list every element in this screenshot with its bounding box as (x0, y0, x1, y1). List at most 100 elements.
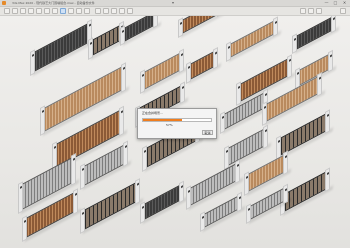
pillar-lamp-icon (327, 113, 329, 117)
fence-model[interactable] (140, 48, 184, 94)
pillar-lamp-icon (264, 105, 266, 109)
fence-pillar (71, 153, 76, 186)
mirror-icon[interactable] (103, 8, 109, 14)
render-icon[interactable] (127, 8, 133, 14)
pillar-lamp-icon (89, 23, 91, 27)
pillar-lamp-icon (278, 139, 280, 143)
rotate-icon[interactable] (76, 8, 82, 14)
fence-pillar (200, 211, 205, 232)
pillar-lamp-icon (238, 85, 240, 89)
pillar-lamp-icon (275, 20, 277, 24)
fence-pillar (80, 207, 85, 234)
pillar-lamp-icon (327, 171, 329, 176)
pillar-lamp-icon (330, 54, 332, 58)
cancel-button[interactable]: 取消 (202, 130, 213, 135)
fence-pillar (292, 33, 297, 54)
fence-pillar (246, 203, 251, 224)
view-icon[interactable] (316, 8, 322, 14)
fence-model[interactable] (88, 20, 124, 60)
fence-panel (140, 50, 184, 92)
pillar-lamp-icon (289, 58, 291, 62)
open-icon[interactable] (12, 8, 18, 14)
pillar-lamp-icon (188, 189, 190, 193)
align-icon[interactable] (111, 8, 117, 14)
select-icon[interactable] (60, 8, 66, 14)
fence-pillar (119, 105, 124, 137)
link-icon[interactable] (44, 8, 50, 14)
pillar-lamp-icon (319, 76, 321, 80)
fence-pillar (263, 124, 268, 150)
move-icon[interactable] (68, 8, 74, 14)
minimize-button[interactable]: — (322, 0, 331, 6)
pillar-lamp-icon (228, 45, 230, 49)
fence-pillar (186, 61, 191, 84)
pillar-lamp-icon (54, 145, 56, 149)
fence-pillar (287, 54, 292, 79)
scale-icon[interactable] (84, 8, 90, 14)
pillar-lamp-icon (215, 51, 217, 55)
pillar-lamp-icon (90, 41, 92, 45)
pillar-lamp-icon (32, 53, 34, 57)
progress-percent: 57% (166, 123, 173, 127)
fence-pillar (220, 111, 225, 134)
fence-pillar (140, 201, 145, 224)
save-icon[interactable] (20, 8, 26, 14)
pillar-lamp-icon (333, 17, 335, 21)
unlink-icon[interactable] (52, 8, 58, 14)
pillar-lamp-icon (248, 207, 250, 211)
pillar-lamp-icon (125, 145, 127, 149)
material-icon[interactable] (300, 8, 306, 14)
fence-panel (224, 126, 268, 168)
fence-pillar (73, 188, 78, 215)
fence-pillar (328, 49, 333, 73)
fence-pillar (135, 178, 140, 205)
fence-pillar (178, 17, 183, 38)
pillar-lamp-icon (188, 65, 190, 69)
pillar-lamp-icon (294, 37, 296, 41)
pillar-lamp-icon (20, 185, 22, 189)
help-icon[interactable] (340, 8, 346, 14)
close-button[interactable]: ✕ (340, 0, 349, 6)
new-file-icon[interactable] (4, 8, 10, 14)
pillar-lamp-icon (285, 188, 287, 192)
fence-pillar (121, 62, 126, 93)
fence-pillar (325, 109, 330, 134)
pillar-lamp-icon (265, 93, 267, 97)
pillar-lamp-icon (73, 157, 75, 161)
fence-pillar (283, 183, 288, 205)
pillar-lamp-icon (180, 21, 182, 25)
pin-icon[interactable]: ▾ (172, 1, 176, 5)
progress-message: 正在合并场景... (142, 111, 163, 115)
fence-pillar (120, 25, 125, 46)
render-frame-icon[interactable] (308, 8, 314, 14)
layer-icon[interactable] (119, 8, 125, 14)
fence-pillar (123, 140, 128, 168)
progress-bar (142, 118, 212, 122)
fence-pillar (273, 16, 278, 38)
fence-pillar (237, 191, 242, 213)
window-title: 3ds Max 2020 - 现代铁艺大门围墙组合.max - 自动备份文件 (12, 1, 95, 5)
fence-pillar (226, 41, 231, 62)
pillar-lamp-icon (285, 155, 287, 159)
fence-pillar (88, 37, 93, 60)
fence-model[interactable] (224, 124, 268, 170)
pillar-lamp-icon (222, 115, 224, 119)
pillar-lamp-icon (24, 219, 26, 223)
fence-pillar (180, 81, 185, 105)
pillar-lamp-icon (181, 185, 183, 189)
main-toolbar (0, 7, 350, 16)
pillar-lamp-icon (144, 149, 146, 153)
redo-icon[interactable] (36, 8, 42, 14)
undo-icon[interactable] (28, 8, 34, 14)
pillar-lamp-icon (75, 192, 77, 196)
fence-pillar (40, 105, 45, 136)
fence-pillar (179, 180, 184, 204)
pillar-lamp-icon (237, 163, 239, 167)
fence-pillar (325, 167, 330, 193)
pillar-lamp-icon (142, 73, 144, 77)
pillar-lamp-icon (182, 85, 184, 90)
fence-pillar (317, 72, 322, 97)
fence-pillar (331, 16, 336, 34)
maximize-button[interactable]: □ (331, 0, 340, 6)
snap-icon[interactable] (95, 8, 101, 14)
